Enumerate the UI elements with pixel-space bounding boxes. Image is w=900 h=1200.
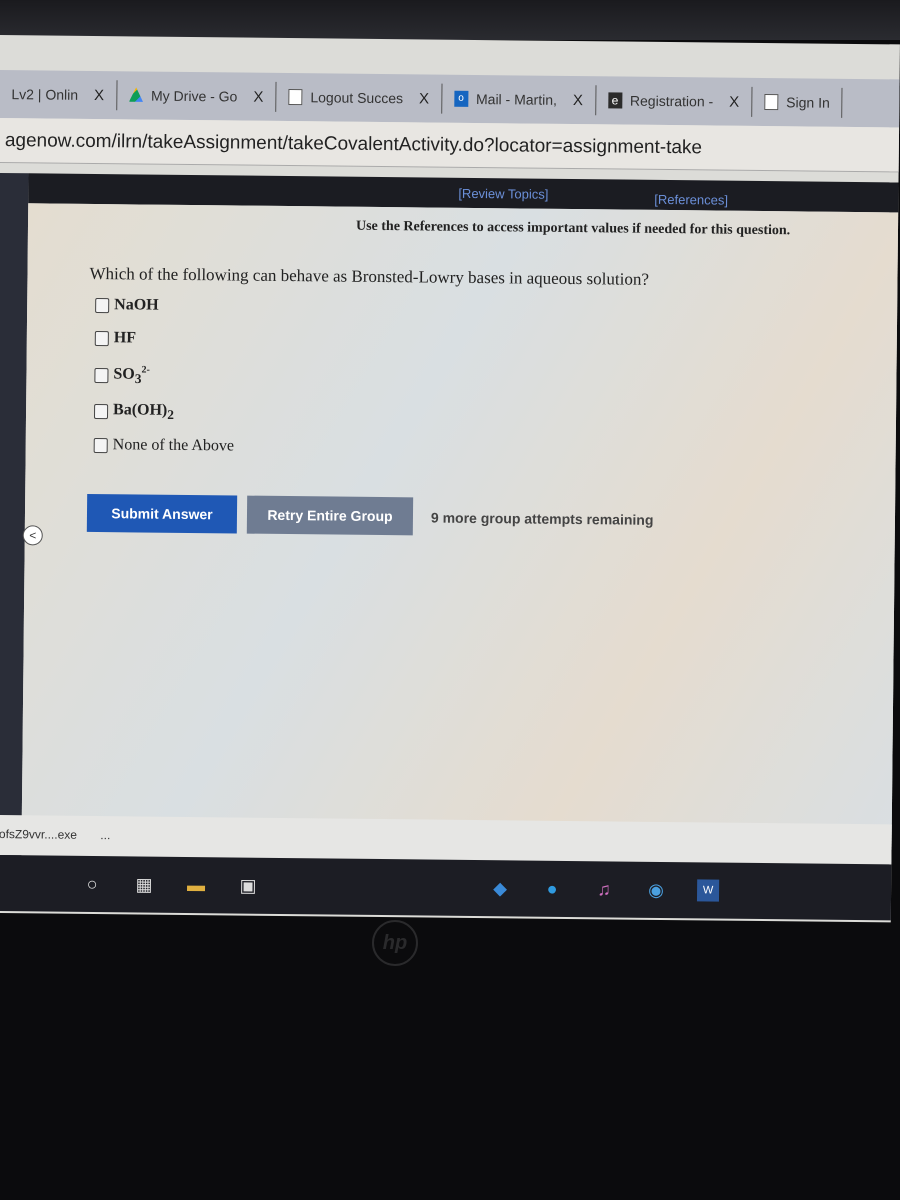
- close-icon[interactable]: X: [253, 88, 263, 105]
- screen: Lv2 | Onlin X My Drive - Go X Logout Succe…: [0, 35, 900, 923]
- tab-label: Logout Succes: [310, 89, 404, 107]
- option-label: HF: [113, 329, 137, 347]
- submit-answer-button[interactable]: Submit Answer: [86, 493, 238, 534]
- checkbox[interactable]: [93, 437, 108, 453]
- tab-my-drive[interactable]: My Drive - Go X: [116, 80, 277, 112]
- option-label: None of the Above: [112, 436, 235, 455]
- option-naoh[interactable]: NaOH: [95, 296, 159, 315]
- option-baoh2[interactable]: Ba(OH)2: [93, 401, 174, 423]
- attempts-remaining: 9 more group attempts remaining: [430, 509, 654, 528]
- tab-label: Registration -: [629, 92, 714, 110]
- formula: Ba(OH): [112, 401, 168, 419]
- chrome-icon[interactable]: ◉: [645, 879, 667, 901]
- edge-icon: e: [607, 92, 623, 109]
- tab-label: Lv2 | Onlin: [11, 86, 79, 103]
- google-drive-icon: [129, 87, 143, 103]
- option-so3[interactable]: SO32-: [94, 364, 150, 387]
- option-label: SO32-: [113, 364, 150, 387]
- retry-group-button[interactable]: Retry Entire Group: [246, 495, 414, 536]
- close-icon[interactable]: X: [573, 92, 583, 109]
- review-topics-link[interactable]: [Review Topics]: [458, 186, 548, 202]
- checkbox[interactable]: [94, 367, 109, 383]
- page-icon: [288, 89, 303, 106]
- file-explorer-icon[interactable]: ▬: [185, 874, 207, 896]
- close-icon[interactable]: X: [94, 86, 104, 103]
- question-panel: Use the References to access important v…: [21, 203, 900, 863]
- app-icon[interactable]: ◆: [489, 877, 511, 899]
- address-bar[interactable]: agenow.com/ilrn/takeAssignment/takeCoval…: [0, 117, 900, 173]
- tab-label: My Drive - Go: [150, 87, 238, 105]
- references-note: Use the References to access important v…: [355, 218, 791, 239]
- tab-logout[interactable]: Logout Succes X: [276, 81, 443, 114]
- tab-online[interactable]: Lv2 | Onlin X: [0, 78, 118, 111]
- tab-sign-in[interactable]: Sign In: [752, 86, 843, 118]
- question-text: Which of the following can behave as Bro…: [89, 263, 650, 289]
- page-icon: [764, 94, 779, 111]
- checkbox[interactable]: [94, 330, 109, 346]
- more-icon[interactable]: ...: [100, 828, 110, 842]
- option-label: Ba(OH)2: [113, 401, 174, 423]
- checkbox[interactable]: [93, 404, 109, 420]
- monitor-bezel-top: [0, 0, 900, 40]
- formula: SO: [113, 365, 135, 383]
- option-none[interactable]: None of the Above: [93, 436, 235, 455]
- checkbox[interactable]: [95, 297, 110, 313]
- superscript: 2-: [141, 364, 150, 376]
- taskbar: ○ ▦ ▬ ▣ ◆ ● ♫ ◉ W: [0, 854, 900, 921]
- collapse-chevron-icon[interactable]: <: [22, 525, 43, 546]
- tab-registration[interactable]: e Registration - X: [595, 85, 753, 117]
- download-file[interactable]: fofsZ9vvr....exe: [0, 827, 77, 842]
- store-icon[interactable]: ▣: [237, 875, 259, 897]
- edge-taskbar-icon[interactable]: ●: [541, 878, 563, 900]
- hp-logo: hp: [372, 920, 418, 966]
- itunes-icon[interactable]: ♫: [593, 878, 615, 900]
- subscript: 2: [167, 406, 175, 423]
- option-hf[interactable]: HF: [94, 329, 137, 347]
- search-circle-icon[interactable]: ○: [81, 873, 103, 895]
- tab-mail[interactable]: o Mail - Martin, X: [441, 83, 597, 116]
- close-icon[interactable]: X: [419, 90, 429, 107]
- word-icon[interactable]: W: [696, 879, 720, 902]
- references-link[interactable]: [References]: [654, 192, 728, 208]
- tab-label: Mail - Martin,: [475, 90, 558, 108]
- option-label: NaOH: [114, 296, 159, 314]
- close-icon[interactable]: X: [729, 93, 739, 110]
- outlook-icon: o: [453, 90, 469, 107]
- task-view-icon[interactable]: ▦: [133, 873, 155, 895]
- tab-label: Sign In: [786, 94, 830, 111]
